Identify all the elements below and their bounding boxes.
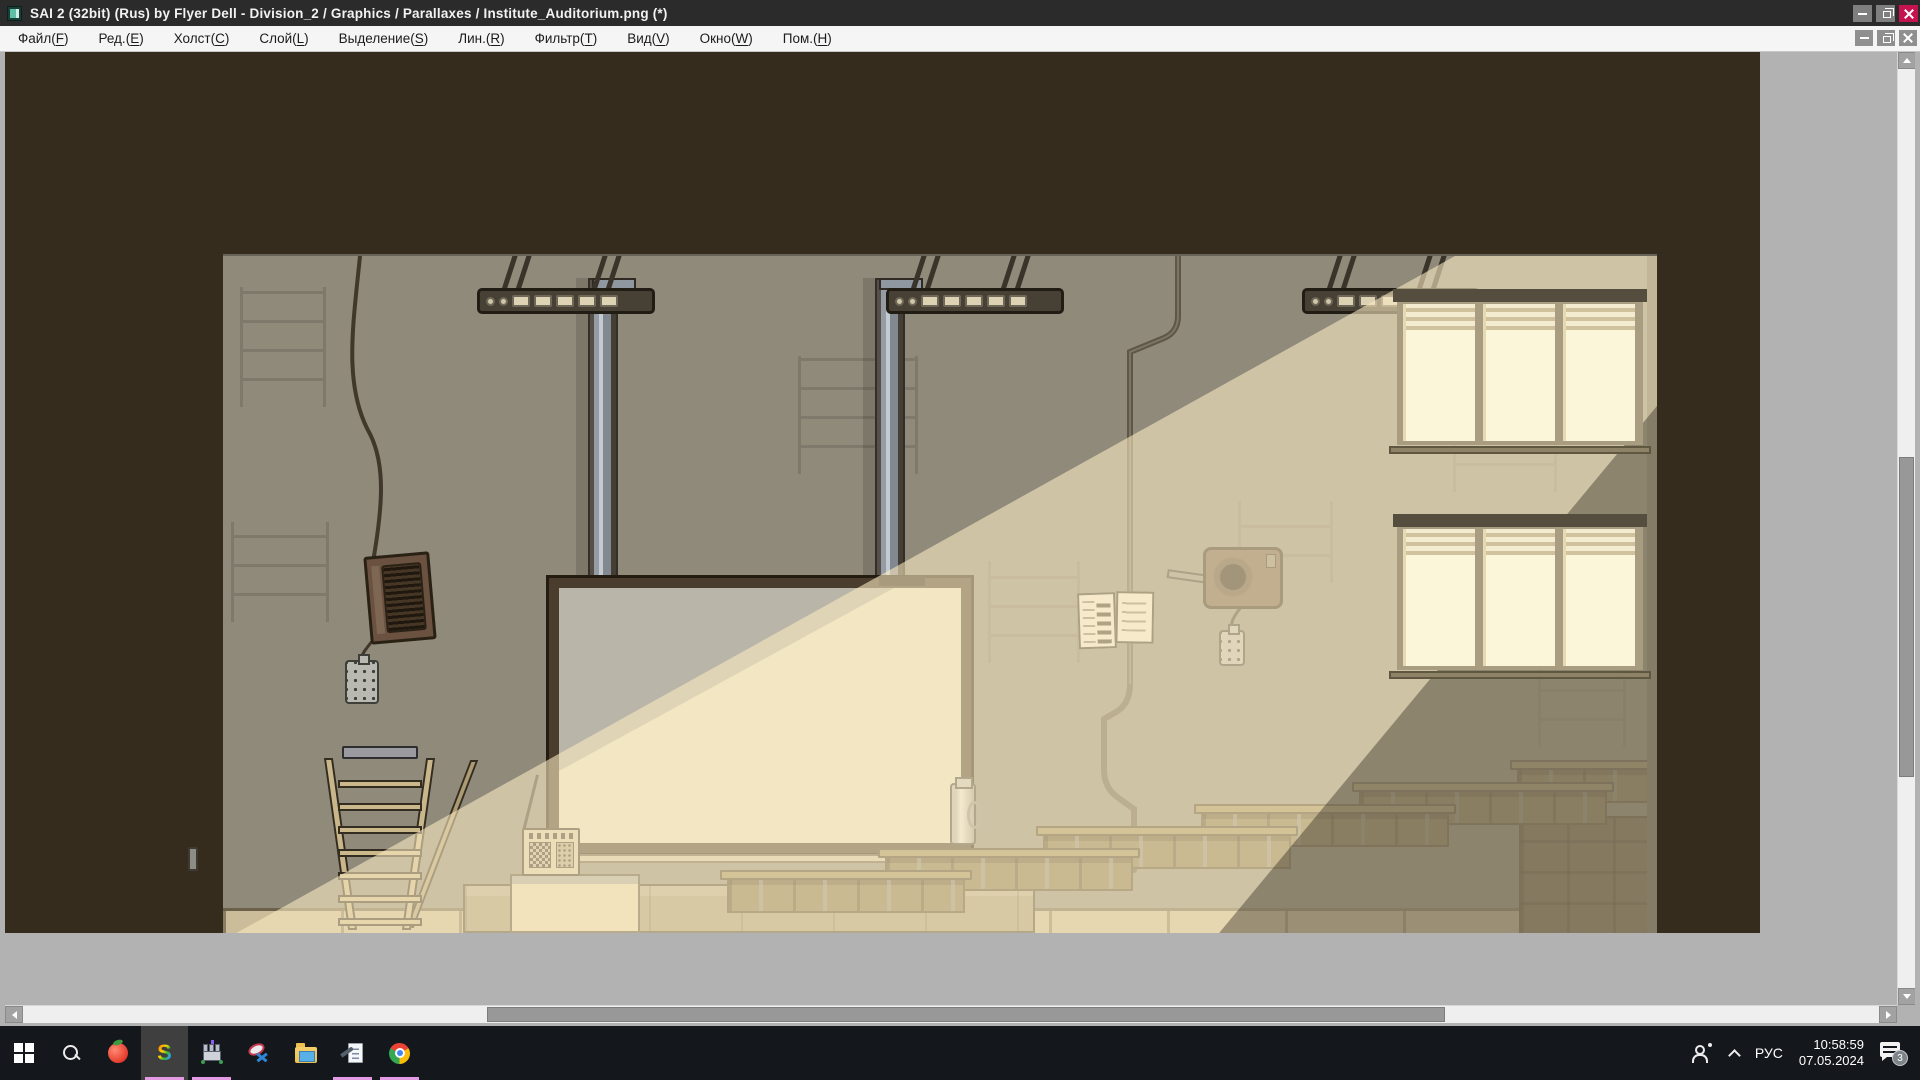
menu-H[interactable]: Пом.(H)	[768, 27, 847, 50]
menu-R[interactable]: Лин.(R)	[443, 27, 519, 50]
arrow-left-icon	[12, 1011, 17, 1019]
window-bank-lower	[1397, 525, 1643, 670]
people-icon[interactable]	[1692, 1043, 1714, 1063]
taskbar-search-button[interactable]	[47, 1026, 94, 1080]
castle-icon	[201, 1042, 223, 1064]
window-bank-upper	[1397, 300, 1643, 445]
window-pane	[1483, 529, 1555, 666]
minimize-button[interactable]	[1853, 5, 1872, 22]
writer-icon	[342, 1042, 364, 1064]
image-institute-auditorium	[5, 52, 1760, 933]
taskbar-app-snip-tool[interactable]	[235, 1026, 282, 1080]
window-pane	[1563, 304, 1635, 441]
window-lintel	[1393, 514, 1647, 527]
chrome-icon	[389, 1043, 410, 1064]
restore-icon	[1883, 36, 1891, 43]
screen: SAI 2 (32bit) (Rus) by Flyer Dell - Divi…	[0, 0, 1920, 1080]
notification-center-button[interactable]: 3	[1880, 1042, 1906, 1064]
language-indicator[interactable]: РУС	[1755, 1045, 1783, 1061]
sai-app-icon	[7, 6, 22, 21]
doc-restore-button[interactable]	[1877, 30, 1895, 46]
taskbar: S РУС 10:58:59	[0, 1026, 1920, 1080]
taskbar-app-writer[interactable]	[329, 1026, 376, 1080]
system-tray: РУС 10:58:59 07.05.2024 3	[1692, 1026, 1920, 1080]
menu-S[interactable]: Выделение(S)	[324, 27, 444, 50]
scroll-up-button[interactable]	[1898, 52, 1916, 69]
hanging-plug	[345, 660, 379, 704]
menu-T[interactable]: Фильтр(T)	[520, 27, 613, 50]
window-pane	[1563, 529, 1635, 666]
minimize-icon	[1858, 13, 1867, 15]
arrow-down-icon	[1903, 994, 1911, 999]
horizontal-scrollbar[interactable]	[5, 1005, 1897, 1023]
menubar: Файл(F)Ред.(E)Холст(C)Слой(L)Выделение(S…	[0, 26, 1920, 52]
vertical-scrollbar[interactable]	[1897, 52, 1915, 1005]
window-controls	[1853, 5, 1918, 22]
restore-icon	[1883, 11, 1891, 18]
window-pane	[1403, 304, 1475, 441]
menu-V[interactable]: Вид(V)	[612, 27, 684, 50]
ladder-rung	[338, 803, 422, 811]
menubar-items: Файл(F)Ред.(E)Холст(C)Слой(L)Выделение(S…	[0, 27, 847, 50]
arrow-right-icon	[1886, 1011, 1891, 1019]
speaker-grill	[381, 562, 427, 633]
document-window-controls	[1855, 30, 1917, 46]
scroll-right-button[interactable]	[1879, 1006, 1897, 1023]
window-pane	[1483, 304, 1555, 441]
titlebar: SAI 2 (32bit) (Rus) by Flyer Dell - Divi…	[0, 0, 1920, 26]
minimize-icon	[1860, 37, 1869, 39]
menu-C[interactable]: Холст(C)	[159, 27, 245, 50]
restore-button[interactable]	[1876, 5, 1895, 22]
ladder-rung	[338, 780, 422, 788]
arrow-up-icon	[1903, 58, 1911, 63]
clock-time: 10:58:59	[1799, 1037, 1864, 1053]
window-border	[1915, 52, 1920, 1026]
taskbar-app-chrome[interactable]	[376, 1026, 423, 1080]
tray-expand-chevron-icon[interactable]	[1728, 1049, 1741, 1062]
close-button[interactable]	[1899, 5, 1918, 22]
taskbar-app-tomato-timer[interactable]	[94, 1026, 141, 1080]
canvas-area	[0, 52, 1920, 1026]
taskbar-clock[interactable]: 10:58:59 07.05.2024	[1799, 1037, 1864, 1069]
tomato-icon	[108, 1043, 128, 1063]
start-button[interactable]	[0, 1026, 47, 1080]
close-icon	[1903, 33, 1913, 43]
menu-W[interactable]: Окно(W)	[685, 27, 768, 50]
scroll-left-button[interactable]	[5, 1006, 23, 1023]
menu-F[interactable]: Файл(F)	[3, 27, 83, 50]
canvas-viewport[interactable]	[5, 52, 1897, 1005]
window-title: SAI 2 (32bit) (Rus) by Flyer Dell - Divi…	[30, 6, 668, 21]
pixel-art-scene	[223, 254, 1657, 933]
folder-icon	[295, 1047, 317, 1063]
doc-minimize-button[interactable]	[1855, 30, 1873, 46]
sai-icon: S	[157, 1042, 172, 1064]
taskbar-app-castle-game[interactable]	[188, 1026, 235, 1080]
snip-tool-icon	[248, 1042, 270, 1064]
window-sill	[1389, 671, 1651, 679]
doc-close-button[interactable]	[1899, 30, 1917, 46]
door-handle	[188, 847, 198, 871]
wall-speaker	[363, 551, 436, 644]
menu-L[interactable]: Слой(L)	[244, 27, 323, 50]
window-pane	[1403, 529, 1475, 666]
window-sill	[1389, 446, 1651, 454]
notification-badge: 3	[1892, 1050, 1908, 1066]
search-icon	[61, 1043, 81, 1063]
vertical-scrollbar-thumb[interactable]	[1899, 457, 1914, 777]
scroll-down-button[interactable]	[1898, 988, 1916, 1005]
clock-date: 07.05.2024	[1799, 1053, 1864, 1069]
ladder-top-platform	[342, 746, 418, 759]
taskbar-app-sai2[interactable]: S	[141, 1026, 188, 1080]
window-lintel	[1393, 289, 1647, 302]
horizontal-scrollbar-thumb[interactable]	[487, 1007, 1445, 1022]
close-icon	[1904, 9, 1914, 19]
windows-logo-icon	[14, 1043, 34, 1063]
ladder-rung	[338, 826, 422, 834]
menu-E[interactable]: Ред.(E)	[83, 27, 158, 50]
taskbar-app-file-explorer[interactable]	[282, 1026, 329, 1080]
